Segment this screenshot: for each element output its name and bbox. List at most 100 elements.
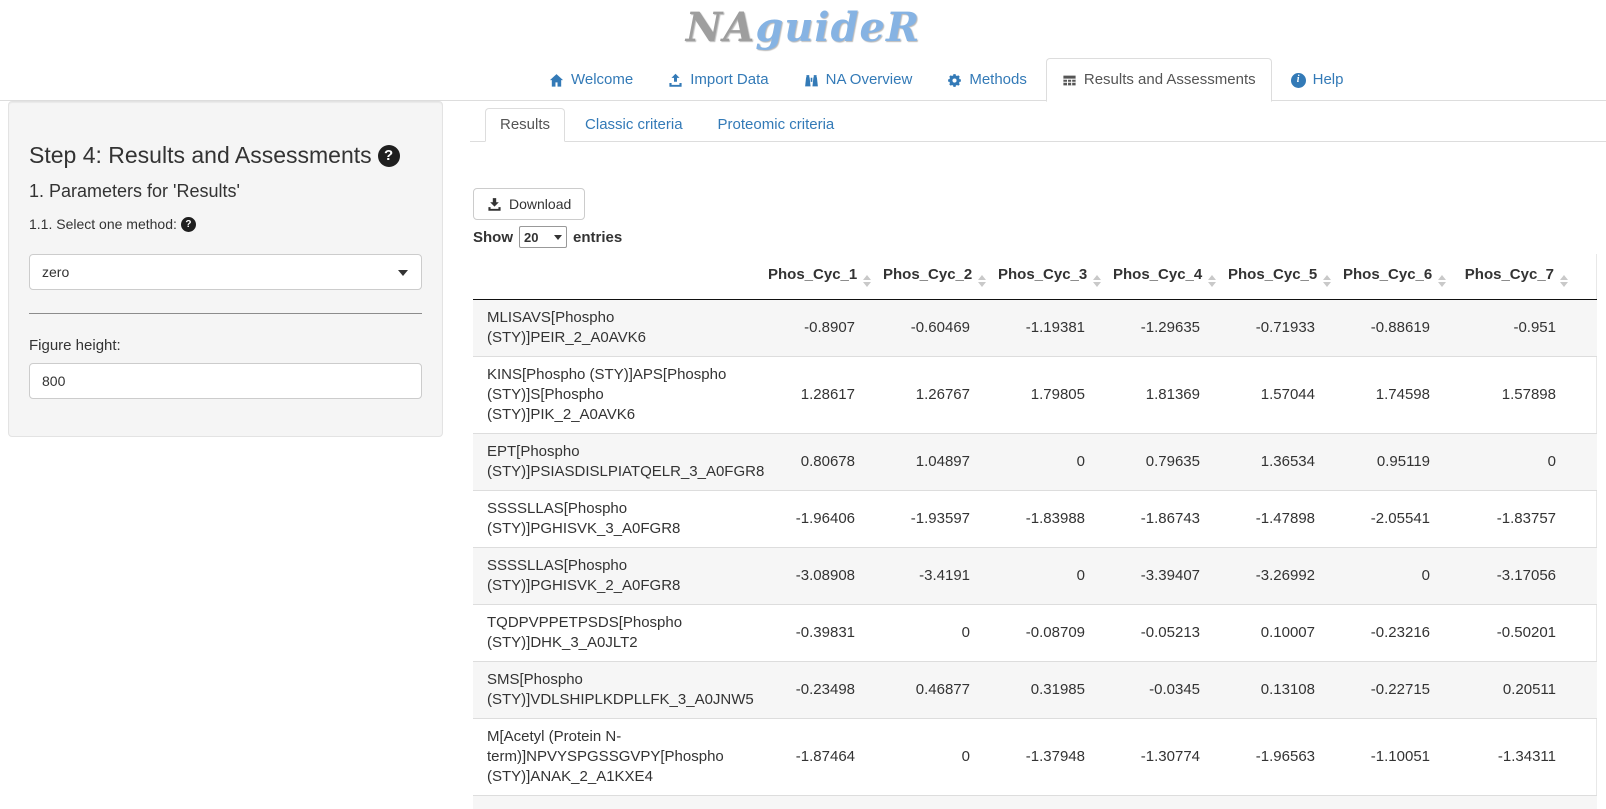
gears-icon	[947, 73, 962, 88]
sort-icon	[1208, 275, 1216, 287]
table-row: TQDPVPPETPSDS[Phospho (STY)]DHK_3_A0JLT2…	[473, 605, 1597, 662]
cell-value: 1.36534	[1220, 434, 1335, 491]
column-header[interactable]: Phos_Cyc_4	[1105, 254, 1220, 300]
download-icon	[487, 197, 502, 212]
result-subtabs: Results Classic criteria Proteomic crite…	[470, 108, 1606, 142]
method-label: 1.1. Select one method:?	[29, 216, 422, 232]
table-row: SMS[Phospho (STY)]VDLSHIPLKDPLLFK_3_A0JN…	[473, 662, 1597, 719]
cell-value: -3.4191	[875, 548, 990, 605]
row-name: EPT[Phospho (STY)]PSIASDISLPIATQELR_3_A0…	[473, 434, 760, 491]
sort-icon	[1323, 275, 1331, 287]
sidebar-panel: Step 4: Results and Assessments? 1. Para…	[8, 101, 443, 437]
cell-value: 0.79635	[1105, 434, 1220, 491]
main-content: Results Classic criteria Proteomic crite…	[470, 101, 1606, 809]
row-name-column-header	[473, 254, 760, 300]
tab-proteomic-criteria[interactable]: Proteomic criteria	[703, 108, 850, 141]
nav-tab-label: Welcome	[571, 70, 633, 90]
tab-label: Proteomic criteria	[703, 108, 850, 141]
figure-height-label: Figure height:	[29, 337, 422, 354]
tab-results[interactable]: Results	[485, 108, 565, 141]
cell-value: -0.60469	[875, 300, 990, 357]
nav-tab-label: NA Overview	[826, 70, 913, 90]
row-name: SSSSLLAS[Phospho (STY)]PGHISVK_3_A0FGR8	[473, 491, 760, 548]
table-row: SSSSLLAS[Phospho (STY)]PGHISVK_3_A0FGR8-…	[473, 491, 1597, 548]
nav-tab-help[interactable]: iHelp	[1275, 58, 1360, 101]
nav-tab-welcome[interactable]: Welcome	[533, 58, 649, 101]
cell-value: 0	[875, 719, 990, 796]
column-header[interactable]: Phos_Cyc_5	[1220, 254, 1335, 300]
table-row: EPT[Phospho (STY)]PSIASDISLPIATQELR_3_A0…	[473, 434, 1597, 491]
cell-value: -1.83757	[1450, 491, 1597, 548]
cell-value: -1.93597	[875, 491, 990, 548]
parameters-subheading: 1. Parameters for 'Results'	[29, 181, 422, 202]
show-label: Show	[473, 229, 513, 246]
table-row: M[Acetyl (Protein N-term)]NPVYSPGSSGVPY[…	[473, 719, 1597, 796]
cell-value: -0.08709	[990, 605, 1105, 662]
cell-value: -0.71933	[1220, 300, 1335, 357]
binoculars-icon	[804, 73, 819, 88]
tab-classic-criteria[interactable]: Classic criteria	[570, 108, 698, 141]
home-icon	[549, 73, 564, 88]
row-name: M[Acetyl (Protein N-term)]NPVYSPGSSGVPY[…	[473, 719, 760, 796]
nav-tab-import-data[interactable]: Import Data	[652, 58, 784, 101]
sort-icon	[863, 275, 871, 287]
figure-height-input[interactable]	[29, 363, 422, 399]
app-logo: NAguideR	[0, 4, 1606, 51]
cell-value: 0.13108	[1220, 662, 1335, 719]
cell-value: -0.05213	[1105, 605, 1220, 662]
cell-value: -1.96406	[760, 491, 875, 548]
cell-value: 0	[1450, 434, 1597, 491]
chevron-down-icon	[398, 270, 408, 276]
column-header[interactable]: Phos_Cyc_6	[1335, 254, 1450, 300]
column-header[interactable]: Phos_Cyc_1	[760, 254, 875, 300]
cell-value: -1.86743	[1105, 491, 1220, 548]
logo-text-guider: guideR	[755, 4, 920, 51]
entries-select[interactable]: 20	[519, 226, 567, 248]
cell-value: -0.50201	[1450, 605, 1597, 662]
results-table: Phos_Cyc_1Phos_Cyc_2Phos_Cyc_3Phos_Cyc_4…	[473, 254, 1597, 795]
cell-value: 0	[990, 434, 1105, 491]
cell-value: -3.26992	[1220, 548, 1335, 605]
column-header[interactable]: Phos_Cyc_3	[990, 254, 1105, 300]
column-header[interactable]: Phos_Cyc_7	[1450, 254, 1597, 300]
nav-tab-results-and-assessments[interactable]: Results and Assessments	[1046, 58, 1272, 101]
cell-value: 1.26767	[875, 357, 990, 434]
tab-label: Results	[485, 108, 565, 142]
cell-value: -0.23498	[760, 662, 875, 719]
cell-value: -0.22715	[1335, 662, 1450, 719]
nav-tab-methods[interactable]: Methods	[931, 58, 1043, 101]
cell-value: 1.04897	[875, 434, 990, 491]
sort-icon	[1560, 275, 1568, 287]
cell-value: 1.74598	[1335, 357, 1450, 434]
nav-tab-label: Results and Assessments	[1084, 70, 1256, 90]
cell-value: -1.34311	[1450, 719, 1597, 796]
nav-tab-na-overview[interactable]: NA Overview	[788, 58, 929, 101]
logo-text-na: NA	[686, 4, 756, 51]
cell-value: -1.96563	[1220, 719, 1335, 796]
table-row: MLISAVS[Phospho (STY)]PEIR_2_A0AVK6-0.89…	[473, 300, 1597, 357]
table-icon	[1062, 73, 1077, 88]
cell-value: 1.57044	[1220, 357, 1335, 434]
entries-label: entries	[573, 229, 622, 246]
cell-value: -3.08908	[760, 548, 875, 605]
nav-tab-label: Import Data	[690, 70, 768, 90]
table-length-control: Show 20 entries	[473, 226, 1606, 248]
cell-value: 0	[990, 548, 1105, 605]
cell-value: -1.47898	[1220, 491, 1335, 548]
cell-value: 0.20511	[1450, 662, 1597, 719]
divider	[29, 313, 422, 314]
cell-value: -3.17056	[1450, 548, 1597, 605]
method-select[interactable]: zero	[29, 254, 422, 290]
cell-value: 0	[1335, 548, 1450, 605]
main-navbar: Welcome Import Data NA Overview Methods …	[0, 58, 1606, 101]
cell-value: 0.80678	[760, 434, 875, 491]
sort-icon	[1438, 275, 1446, 287]
cell-value: -2.05541	[1335, 491, 1450, 548]
download-button[interactable]: Download	[473, 188, 585, 220]
cell-value: -0.8907	[760, 300, 875, 357]
column-header[interactable]: Phos_Cyc_2	[875, 254, 990, 300]
row-name: SMS[Phospho (STY)]VDLSHIPLKDPLLFK_3_A0JN…	[473, 662, 760, 719]
cell-value: 0	[875, 605, 990, 662]
sort-icon	[1093, 275, 1101, 287]
cell-value: -1.10051	[1335, 719, 1450, 796]
